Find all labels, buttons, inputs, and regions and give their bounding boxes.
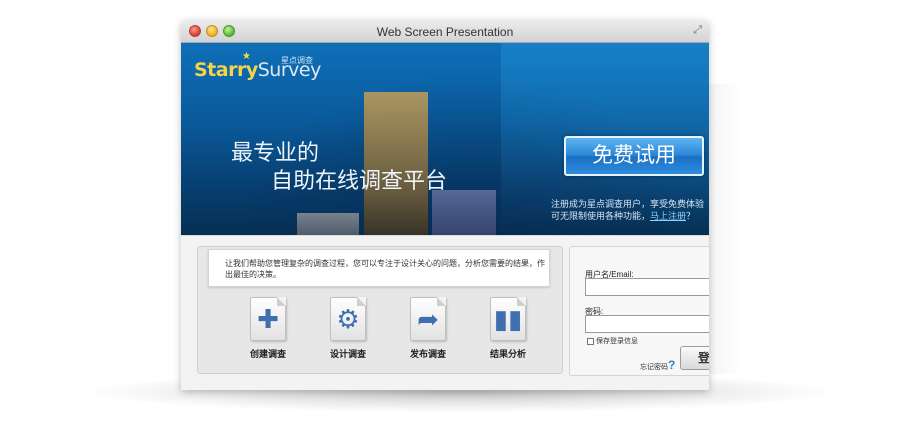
- forgot-label: 忘记密码: [640, 364, 668, 371]
- document-icon: ✚: [250, 297, 286, 341]
- features-panel: 让我们帮助您管理复杂的调查过程，您可以专注于设计关心的问题，分析您需要的结果，作…: [197, 246, 563, 374]
- slogan-line-2: 自助在线调查平台: [271, 169, 448, 194]
- free-trial-button[interactable]: 免费试用: [564, 136, 704, 176]
- back-panel: [708, 84, 742, 374]
- logo-chinese: 星点调查: [281, 56, 313, 65]
- feature-label: 创建调查: [249, 349, 286, 359]
- username-input[interactable]: [585, 278, 709, 296]
- logo-starry: Starry: [194, 59, 258, 81]
- login-button[interactable]: 登: [680, 346, 709, 370]
- content-area: 让我们帮助您管理复杂的调查过程，您可以专注于设计关心的问题，分析您需要的结果，作…: [181, 235, 709, 390]
- remember-me[interactable]: 保存登录信息: [587, 336, 638, 346]
- decorative-bar: [297, 213, 359, 235]
- forgot-password-link[interactable]: 忘记密码?: [640, 358, 675, 372]
- title-bar: Web Screen Presentation ⤢: [181, 20, 709, 43]
- feature-result-analysis[interactable]: ▮▮ 结果分析: [468, 297, 548, 360]
- document-icon: ▮▮: [490, 297, 526, 341]
- bar-chart-icon: ▮▮: [493, 304, 523, 334]
- feature-create-survey[interactable]: ✚ 创建调查: [228, 297, 308, 360]
- window-title: Web Screen Presentation: [376, 25, 514, 39]
- feature-label: 结果分析: [489, 349, 526, 359]
- fullscreen-icon[interactable]: ⤢: [693, 24, 702, 37]
- feature-publish-survey[interactable]: ➦ 发布调查: [388, 297, 468, 360]
- intro-text: 让我们帮助您管理复杂的调查过程，您可以专注于设计关心的问题，分析您需要的结果，作…: [225, 259, 545, 279]
- logo-star-icon: ★: [242, 51, 251, 62]
- feature-design-survey[interactable]: ⚙ 设计调查: [308, 297, 388, 360]
- decorative-bar: [432, 190, 496, 235]
- remember-checkbox[interactable]: [587, 337, 594, 345]
- intro-box: 让我们帮助您管理复杂的调查过程，您可以专注于设计关心的问题，分析您需要的结果，作…: [208, 249, 550, 287]
- remember-label: 保存登录信息: [596, 338, 638, 345]
- question-icon: ?: [668, 358, 676, 372]
- share-arrow-icon: ➦: [417, 304, 439, 334]
- document-icon: ➦: [410, 297, 446, 341]
- register-text-line-2: 可无限制使用各种功能，马上注册？: [551, 209, 695, 222]
- feature-label: 发布调查: [409, 349, 446, 359]
- feature-label: 设计调查: [329, 349, 366, 359]
- register-text-suffix: ？: [686, 211, 696, 221]
- register-link[interactable]: 马上注册: [650, 211, 686, 221]
- register-text-prefix: 可无限制使用各种功能，: [551, 211, 651, 221]
- plus-icon: ✚: [257, 304, 279, 334]
- document-icon: ⚙: [330, 297, 366, 341]
- gear-icon: ⚙: [336, 304, 360, 334]
- browser-window: Web Screen Presentation ⤢ StarrySurvey ★…: [181, 20, 709, 390]
- hero-banner: StarrySurvey ★ 星点调查 最专业的 自助在线调查平台 免费试用 注…: [181, 43, 709, 235]
- login-panel: 用户名/Email: 密码: 保存登录信息 忘记密码? 登: [569, 246, 709, 376]
- password-input[interactable]: [585, 315, 709, 333]
